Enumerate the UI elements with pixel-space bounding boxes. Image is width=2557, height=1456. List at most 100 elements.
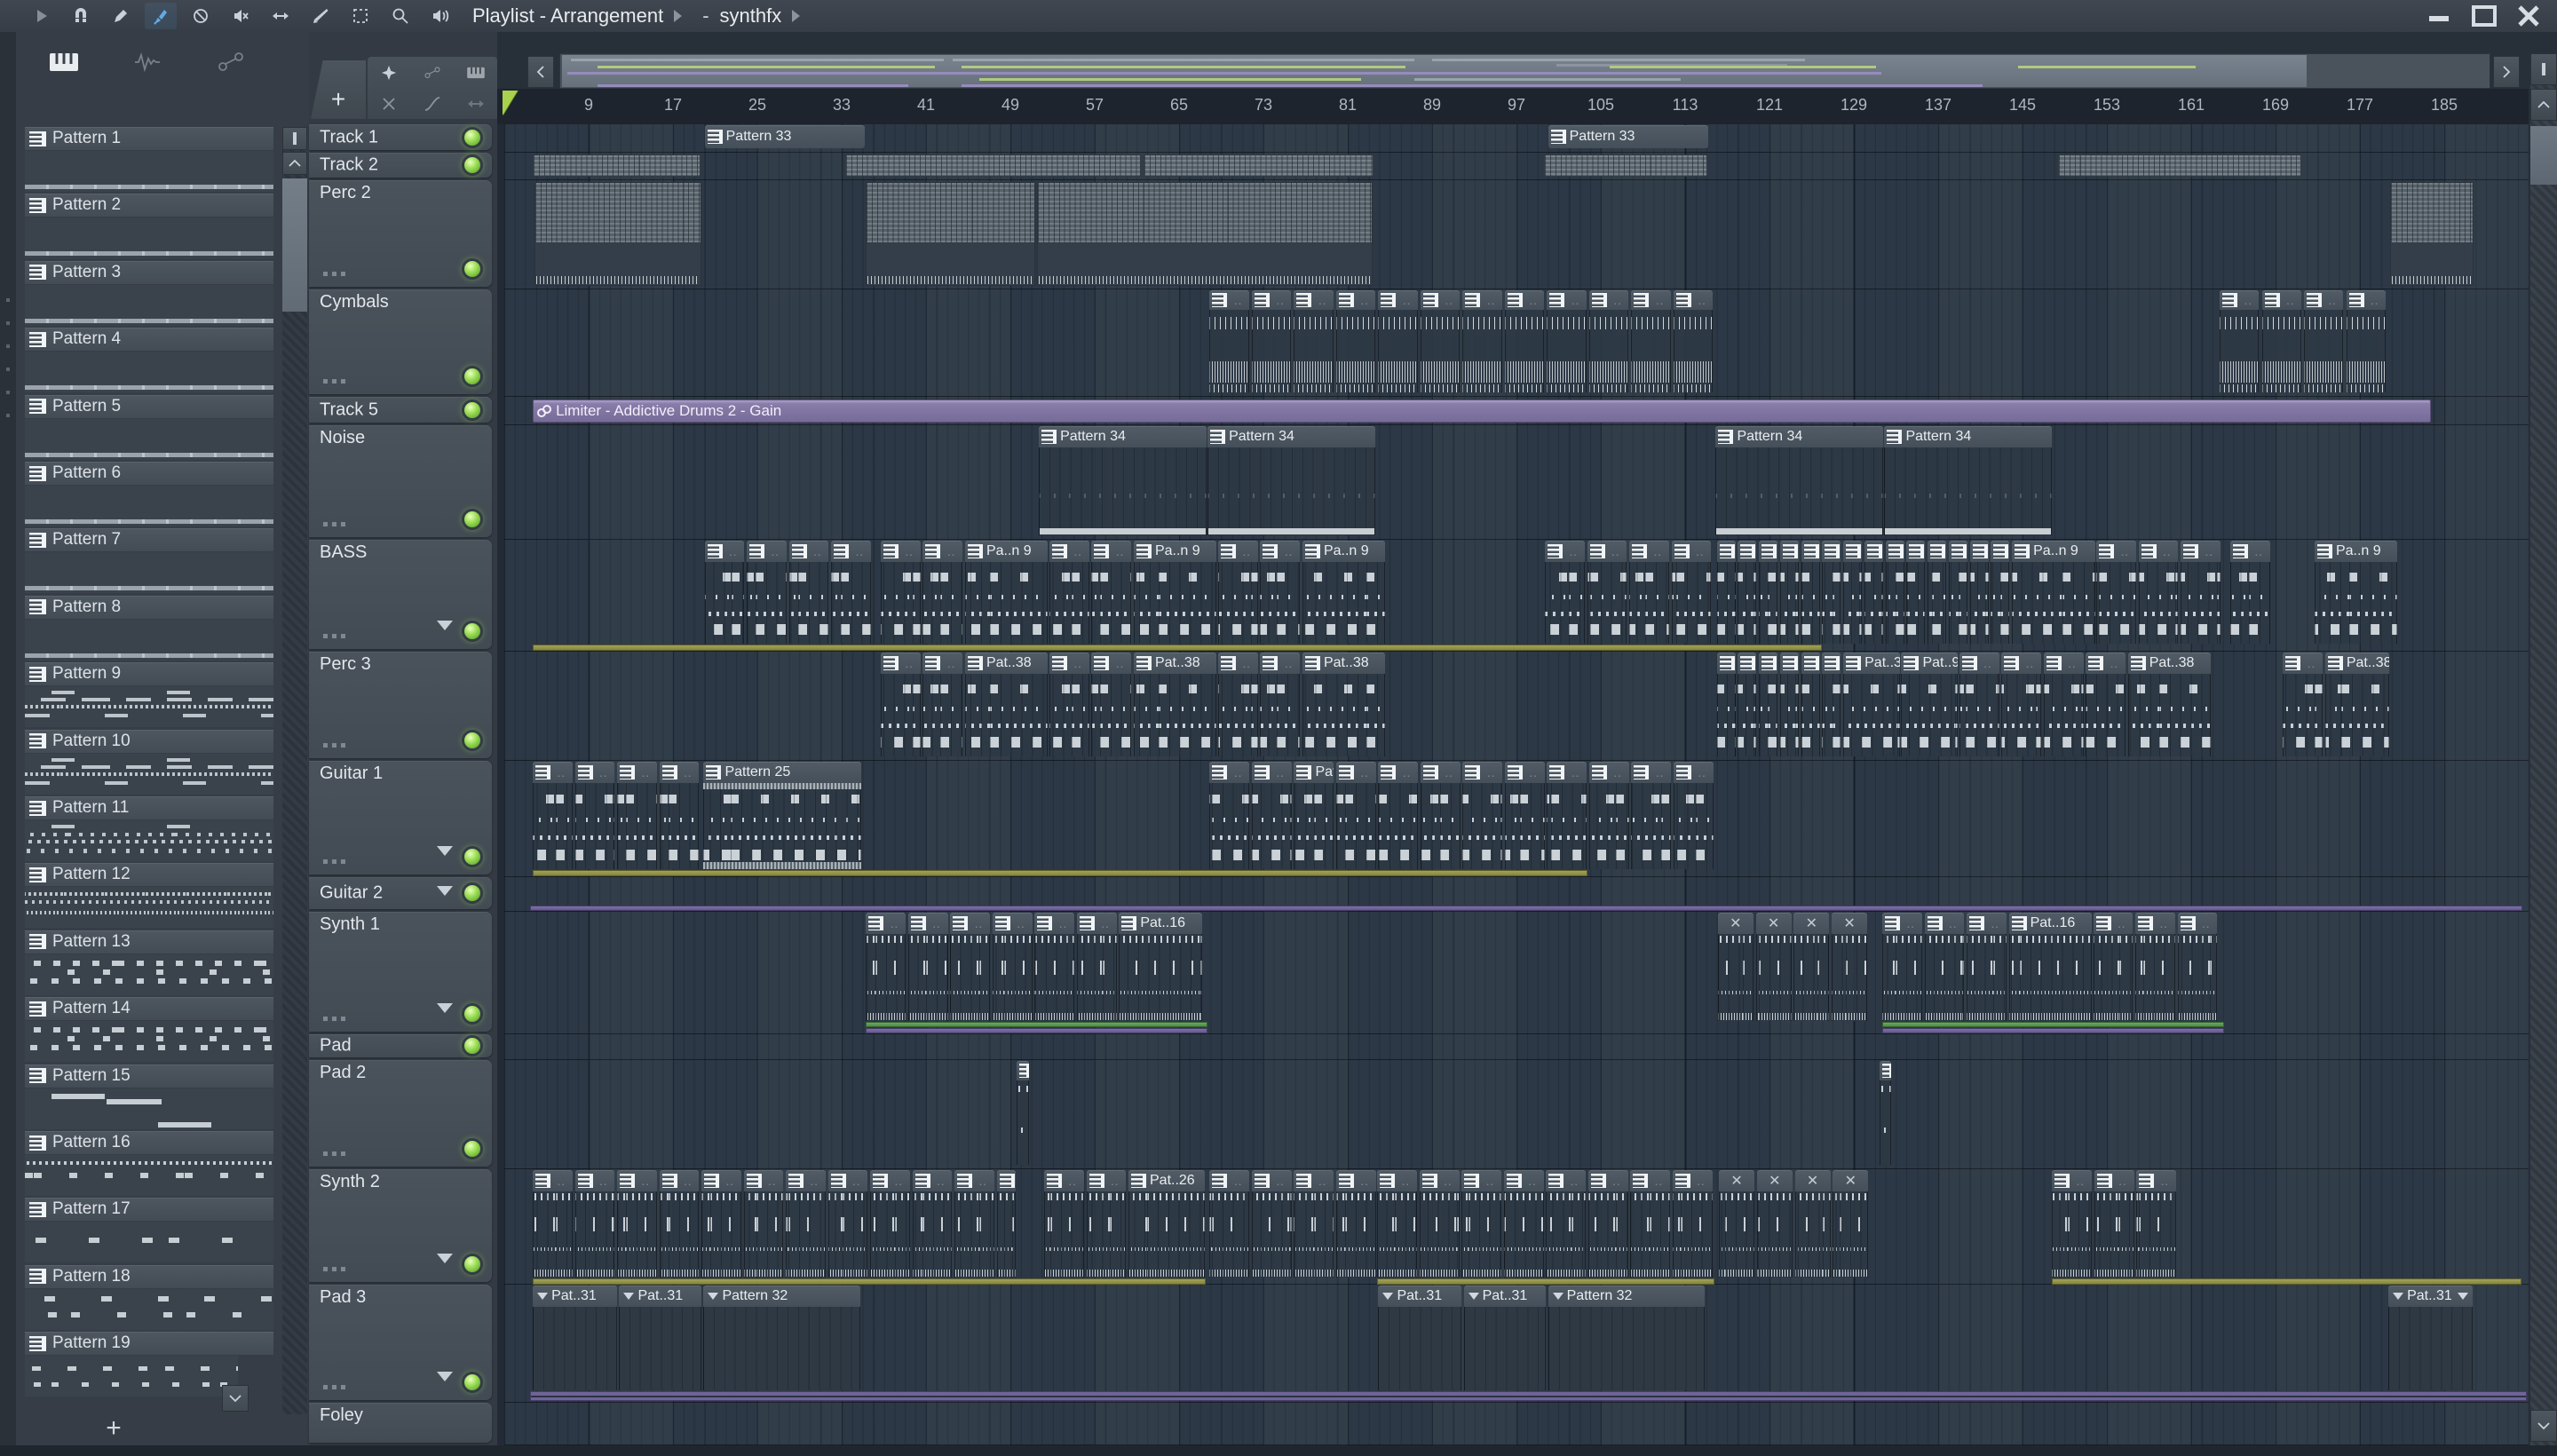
clip-mc[interactable] [1779, 541, 1799, 653]
clip-mc[interactable]: ‥ [992, 913, 1033, 1035]
clip-body[interactable] [1969, 562, 1989, 644]
clip-mc[interactable]: ‥ [950, 913, 991, 1035]
track-options-dots[interactable] [323, 859, 346, 864]
clip-body[interactable] [1901, 674, 1959, 756]
clip-pat-9[interactable]: Pat..9 [1901, 653, 1959, 762]
clip-body[interactable] [1547, 783, 1587, 869]
clip-mc[interactable]: ‥ [1461, 1170, 1502, 1286]
clip-body[interactable] [964, 674, 1049, 756]
track-enable-led[interactable] [462, 1254, 483, 1275]
clip-body[interactable] [1673, 310, 1714, 392]
clip-body[interactable] [2096, 562, 2136, 644]
chevron-down-icon[interactable] [1382, 1293, 1394, 1305]
clip-body[interactable] [1588, 310, 1629, 392]
clip-body[interactable] [1251, 310, 1292, 392]
clip-body[interactable] [1039, 447, 1207, 535]
track-options-dots[interactable] [323, 634, 346, 638]
clip-mc[interactable]: ‥ [2043, 653, 2084, 762]
clip-body[interactable] [1209, 1191, 1250, 1278]
pattern-item-pattern-4[interactable]: Pattern 4 [25, 328, 273, 393]
track-options-dots[interactable] [323, 743, 346, 748]
clip-body[interactable] [1587, 562, 1627, 644]
pattern-item-pattern-12[interactable]: Pattern 12 [25, 863, 273, 929]
track-header-track-2[interactable]: Track 2 [309, 153, 492, 178]
clip-body[interactable] [992, 934, 1033, 1021]
clip-body[interactable] [922, 562, 963, 644]
grid-row-perc-3[interactable] [497, 652, 2529, 761]
clip-pat-38[interactable]: Pat..38 [2127, 653, 2212, 762]
pattern-item-pattern-15[interactable]: Pattern 15 [25, 1064, 273, 1129]
clip-mc[interactable]: ‥ [1076, 913, 1117, 1035]
clip-body[interactable] [1217, 674, 1258, 756]
clip-body[interactable] [1884, 447, 2052, 535]
piano-icon[interactable] [463, 59, 489, 86]
clip-body[interactable] [1260, 562, 1301, 644]
clip-mc[interactable]: ‥ [1587, 1170, 1628, 1286]
clip-cym[interactable]: ‥ [1588, 290, 1629, 398]
clip-mc[interactable]: ‥ [1630, 1170, 1671, 1286]
track-header-guitar-1[interactable]: Guitar 1 [309, 761, 492, 874]
slice-tool[interactable] [305, 3, 336, 29]
chevron-down-icon[interactable] [2457, 1293, 2468, 1305]
clip-body[interactable] [704, 562, 745, 644]
clip-body[interactable] [2314, 562, 2398, 644]
zoom-tool[interactable] [384, 3, 416, 29]
clip-mc[interactable]: ‥ [1217, 541, 1258, 653]
track-enable-led[interactable] [462, 154, 483, 176]
clip-perc[interactable] [1036, 182, 1373, 286]
track-enable-led[interactable] [462, 258, 483, 280]
chevron-down-icon[interactable] [537, 1293, 549, 1305]
clip-body[interactable] [827, 1191, 868, 1278]
clip-mc[interactable]: ‥ [1044, 1170, 1084, 1286]
clip-pa-n-9[interactable]: Pa..n 9 [964, 541, 1049, 653]
track-enable-led[interactable] [462, 882, 483, 904]
clip-body[interactable] [1049, 562, 1089, 644]
pattern-item-pattern-1[interactable]: Pattern 1 [25, 127, 273, 192]
clip-mc[interactable]: ‥ [1420, 762, 1461, 878]
clip-pat-31[interactable]: Pat..31 [1378, 1286, 1461, 1404]
clip-body[interactable] [1794, 1191, 1831, 1278]
track-enable-led[interactable] [462, 1003, 483, 1025]
grid-row-pad-2[interactable] [497, 1060, 2529, 1169]
clip-body[interactable] [950, 934, 991, 1021]
vertical-scrollbar-thumb[interactable] [2530, 126, 2557, 185]
clip-mc[interactable]: ‥ [1251, 1170, 1292, 1286]
clip-body[interactable] [1461, 1191, 1502, 1278]
clip-body[interactable] [866, 934, 906, 1021]
minimize-button[interactable] [2424, 3, 2456, 29]
harrows-icon[interactable] [463, 91, 489, 117]
clip-mc[interactable] [1738, 541, 1757, 653]
clip-cym[interactable]: ‥ [2346, 290, 2386, 398]
clip-mc[interactable] [996, 1170, 1016, 1286]
clip-xc[interactable]: ✕ [1793, 913, 1830, 1035]
clip-bar[interactable] [533, 1278, 1206, 1285]
clip-body[interactable] [954, 1191, 994, 1278]
clip-mc[interactable]: ‥ [2136, 1170, 2177, 1286]
clip-body[interactable] [574, 783, 615, 869]
clip-pattern-34[interactable]: Pattern 34 [1207, 426, 1375, 541]
clip-mc[interactable]: ‥ [788, 541, 829, 653]
clip-perc[interactable] [534, 182, 701, 286]
clip-cym[interactable]: ‥ [1209, 290, 1249, 398]
clip-body[interactable] [2346, 310, 2386, 392]
clip-body[interactable] [922, 674, 963, 756]
clip-body[interactable] [1545, 562, 1585, 644]
clip-pat-38[interactable]: Pat..38 [964, 653, 1049, 762]
tab-audio[interactable] [131, 49, 163, 80]
track-options-dots[interactable] [323, 522, 346, 526]
clip-mc[interactable]: ‥ [617, 1170, 657, 1286]
track-header-perc-3[interactable]: Perc 3 [309, 652, 492, 758]
clip-body[interactable] [1879, 1080, 1892, 1165]
clip-mc[interactable]: ‥ [1260, 653, 1301, 762]
clip-body[interactable] [907, 934, 948, 1021]
clip-pa-n-9[interactable]: Pa..n 9 [1133, 541, 1217, 653]
track-enable-led[interactable] [462, 730, 483, 751]
clip-mc[interactable] [1716, 653, 1736, 762]
clip-body[interactable] [659, 1191, 700, 1278]
track-collapse-arrow[interactable] [437, 1372, 453, 1389]
clip-cym[interactable]: ‥ [1378, 290, 1418, 398]
clip-mc[interactable]: ‥ [2181, 541, 2221, 653]
clip-mc[interactable]: ‥ [1217, 653, 1258, 762]
track-header-cymbals[interactable]: Cymbals [309, 289, 492, 394]
clip-pat-31[interactable]: Pat..31 [619, 1286, 701, 1404]
